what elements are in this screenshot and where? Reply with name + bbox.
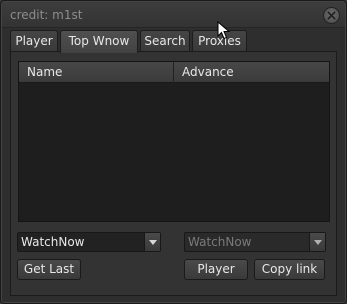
mouse-cursor-icon (217, 21, 231, 40)
results-table[interactable]: Name Advance (18, 61, 330, 222)
copy-link-button[interactable]: Copy link (254, 259, 325, 280)
right-source-value: WatchNow (188, 235, 252, 249)
tab-search[interactable]: Search (140, 30, 190, 52)
right-source-select[interactable]: WatchNow (184, 232, 326, 252)
app-window: credit: m1st Player Top Wnow Search Prox… (0, 0, 347, 304)
close-icon (327, 11, 336, 20)
chevron-down-icon[interactable] (144, 233, 160, 251)
player-button[interactable]: Player (184, 259, 248, 280)
get-last-button[interactable]: Get Last (17, 259, 81, 280)
column-header-advance[interactable]: Advance (174, 62, 329, 83)
tab-panel: Name Advance WatchNow WatchNow Get Last … (10, 51, 337, 296)
left-source-value: WatchNow (21, 235, 85, 249)
window-title: credit: m1st (10, 8, 83, 22)
title-bar: credit: m1st (2, 2, 345, 28)
chevron-down-icon[interactable] (309, 233, 325, 251)
table-header: Name Advance (19, 62, 329, 83)
close-button[interactable] (323, 7, 340, 24)
left-source-select[interactable]: WatchNow (17, 232, 161, 252)
tab-top-wnow[interactable]: Top Wnow (60, 30, 138, 53)
column-header-name[interactable]: Name (19, 62, 174, 83)
tab-player[interactable]: Player (10, 30, 58, 52)
